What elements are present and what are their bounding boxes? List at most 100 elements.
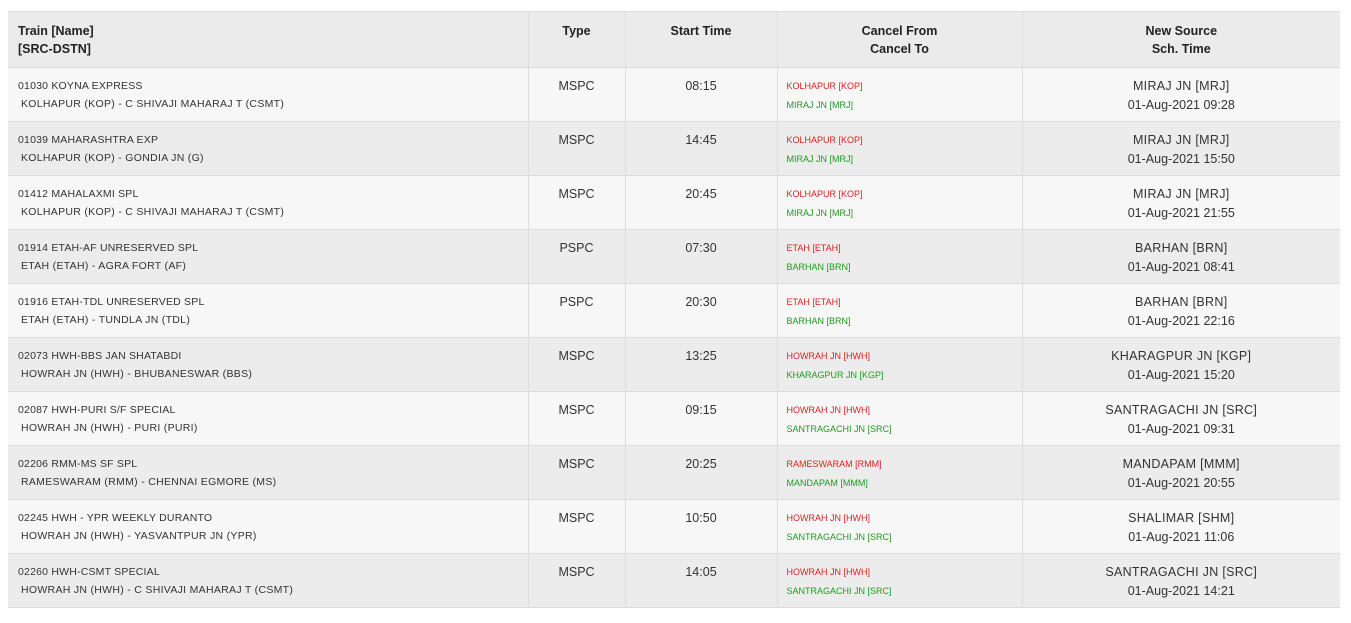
new-source-cell: SHALIMAR [SHM] 01-Aug-2021 11:06 [1021,499,1340,554]
partially-cancelled-trains-table: Train [Name] [SRC-DSTN] Type Start Time … [8,12,1340,608]
train-cell: 02087 HWH-PURI S/F SPECIAL HOWRAH JN (HWH… [8,391,528,446]
train-name: 02260 HWH-CSMT SPECIAL [18,565,160,578]
column-header-start-time[interactable]: Start Time [624,12,777,68]
cancel-cell: RAMESWARAM [RMM] MANDAPAM [MMM] [776,445,1022,500]
train-name: 02073 HWH-BBS JAN SHATABDI [18,349,182,362]
train-name: 02206 RMM-MS SF SPL [18,457,138,470]
start-time-cell: 14:45 [624,121,777,176]
cancel-cell: ETAH [ETAH] BARHAN [BRN] [776,283,1022,338]
train-name: 01412 MAHALAXMI SPL [18,187,139,200]
start-time-cell: 20:25 [624,445,777,500]
new-source-station: MIRAJ JN [MRJ] [1132,132,1230,147]
new-source-sch-time: 01-Aug-2021 15:20 [1127,367,1235,382]
train-cell: 01916 ETAH-TDL UNRESERVED SPL ETAH (ETAH)… [8,283,528,338]
cancel-cell: KOLHAPUR [KOP] MIRAJ JN [MRJ] [776,121,1022,176]
table-row[interactable]: 01030 KOYNA EXPRESS KOLHAPUR (KOP) - C SH… [8,67,1340,122]
new-source-station: MANDAPAM [MMM] [1122,456,1240,471]
type-cell: MSPC [527,553,625,608]
table-row[interactable]: 02073 HWH-BBS JAN SHATABDI HOWRAH JN (HWH… [8,337,1340,392]
train-cell: 02260 HWH-CSMT SPECIAL HOWRAH JN (HWH) - … [8,553,528,608]
table-row[interactable]: 02087 HWH-PURI S/F SPECIAL HOWRAH JN (HWH… [8,391,1340,446]
cancel-from: KOLHAPUR [KOP] [786,80,863,91]
train-route: HOWRAH JN (HWH) - BHUBANESWAR (BBS) [21,367,253,380]
table-row[interactable]: 01039 MAHARASHTRA EXP KOLHAPUR (KOP) - GO… [8,121,1340,176]
train-cell: 01412 MAHALAXMI SPL KOLHAPUR (KOP) - C SH… [8,175,528,230]
table-row[interactable]: 01914 ETAH-AF UNRESERVED SPL ETAH (ETAH) … [8,229,1340,284]
new-source-station: SANTRAGACHI JN [SRC] [1105,402,1258,417]
cancel-cell: KOLHAPUR [KOP] MIRAJ JN [MRJ] [776,67,1022,122]
cancel-to: KHARAGPUR JN [KGP] [786,369,884,380]
start-time-cell: 09:15 [624,391,777,446]
train-route: ETAH (ETAH) - TUNDLA JN (TDL) [21,313,191,326]
new-source-sch-time: 01-Aug-2021 11:06 [1128,529,1235,544]
header-type: Type [562,24,591,38]
cancel-from: HOWRAH JN [HWH] [786,566,871,577]
new-source-sch-time: 01-Aug-2021 21:55 [1127,205,1235,220]
new-source-sch-time: 01-Aug-2021 14:21 [1127,583,1235,598]
type-cell: PSPC [527,229,625,284]
train-cell: 02206 RMM-MS SF SPL RAMESWARAM (RMM) - CH… [8,445,528,500]
header-start-time: Start Time [670,24,732,38]
new-source-cell: MIRAJ JN [MRJ] 01-Aug-2021 15:50 [1021,121,1340,176]
cancel-to: SANTRAGACHI JN [SRC] [786,531,892,542]
new-source-cell: MIRAJ JN [MRJ] 01-Aug-2021 21:55 [1021,175,1340,230]
cancel-from: RAMESWARAM [RMM] [786,458,882,469]
train-name: 01916 ETAH-TDL UNRESERVED SPL [18,295,205,308]
cancel-from: HOWRAH JN [HWH] [786,350,871,361]
type-cell: MSPC [527,391,625,446]
train-route: KOLHAPUR (KOP) - C SHIVAJI MAHARAJ T (CS… [21,97,285,110]
cancel-from: HOWRAH JN [HWH] [786,512,871,523]
table-row[interactable]: 02260 HWH-CSMT SPECIAL HOWRAH JN (HWH) - … [8,553,1340,608]
start-time-cell: 14:05 [624,553,777,608]
train-cell: 02245 HWH - YPR WEEKLY DURANTO HOWRAH JN … [8,499,528,554]
table-row[interactable]: 01916 ETAH-TDL UNRESERVED SPL ETAH (ETAH)… [8,283,1340,338]
table-header-row: Train [Name] [SRC-DSTN] Type Start Time … [8,12,1340,68]
table-row[interactable]: 02245 HWH - YPR WEEKLY DURANTO HOWRAH JN … [8,499,1340,554]
new-source-cell: BARHAN [BRN] 01-Aug-2021 08:41 [1021,229,1340,284]
train-route: HOWRAH JN (HWH) - PURI (PURI) [21,421,198,434]
start-time-cell: 20:45 [624,175,777,230]
table-row[interactable]: 01412 MAHALAXMI SPL KOLHAPUR (KOP) - C SH… [8,175,1340,230]
new-source-station: BARHAN [BRN] [1134,240,1228,255]
cancel-cell: HOWRAH JN [HWH] SANTRAGACHI JN [SRC] [776,391,1022,446]
column-header-cancel[interactable]: Cancel From Cancel To [776,12,1022,68]
train-route: RAMESWARAM (RMM) - CHENNAI EGMORE (MS) [21,475,277,488]
cancel-cell: KOLHAPUR [KOP] MIRAJ JN [MRJ] [776,175,1022,230]
train-route: HOWRAH JN (HWH) - C SHIVAJI MAHARAJ T (C… [21,583,294,596]
train-name: 01030 KOYNA EXPRESS [18,79,143,92]
train-name: 01039 MAHARASHTRA EXP [18,133,159,146]
new-source-sch-time: 01-Aug-2021 09:28 [1127,97,1235,112]
header-source-line2: Sch. Time [1151,42,1211,56]
train-route: KOLHAPUR (KOP) - GONDIA JN (G) [21,151,204,164]
new-source-station: MIRAJ JN [MRJ] [1132,78,1230,93]
column-header-type[interactable]: Type [527,12,625,68]
cancel-cell: HOWRAH JN [HWH] KHARAGPUR JN [KGP] [776,337,1022,392]
cancel-to: BARHAN [BRN] [786,315,851,326]
train-cell: 01914 ETAH-AF UNRESERVED SPL ETAH (ETAH) … [8,229,528,284]
cancel-cell: ETAH [ETAH] BARHAN [BRN] [776,229,1022,284]
start-time-cell: 07:30 [624,229,777,284]
train-route: KOLHAPUR (KOP) - C SHIVAJI MAHARAJ T (CS… [21,205,285,218]
table-row[interactable]: 02206 RMM-MS SF SPL RAMESWARAM (RMM) - CH… [8,445,1340,500]
start-time-cell: 10:50 [624,499,777,554]
type-cell: MSPC [527,337,625,392]
cancel-to: SANTRAGACHI JN [SRC] [786,423,892,434]
new-source-cell: BARHAN [BRN] 01-Aug-2021 22:16 [1021,283,1340,338]
new-source-station: BARHAN [BRN] [1134,294,1228,309]
new-source-cell: SANTRAGACHI JN [SRC] 01-Aug-2021 09:31 [1021,391,1340,446]
new-source-sch-time: 01-Aug-2021 09:31 [1127,421,1235,436]
cancel-from: KOLHAPUR [KOP] [786,134,863,145]
new-source-sch-time: 01-Aug-2021 15:50 [1127,151,1235,166]
header-train-line1: Train [Name] [18,24,94,38]
train-name: 02245 HWH - YPR WEEKLY DURANTO [18,511,213,524]
cancel-to: SANTRAGACHI JN [SRC] [786,585,892,596]
cancel-to: MANDAPAM [MMM] [786,477,868,488]
column-header-new-source[interactable]: New Source Sch. Time [1021,12,1340,68]
train-cell: 02073 HWH-BBS JAN SHATABDI HOWRAH JN (HWH… [8,337,528,392]
column-header-train[interactable]: Train [Name] [SRC-DSTN] [8,12,528,68]
cancel-cell: HOWRAH JN [HWH] SANTRAGACHI JN [SRC] [776,499,1022,554]
start-time-cell: 08:15 [624,67,777,122]
new-source-sch-time: 01-Aug-2021 08:41 [1127,259,1235,274]
new-source-cell: SANTRAGACHI JN [SRC] 01-Aug-2021 14:21 [1021,553,1340,608]
cancel-from: KOLHAPUR [KOP] [786,188,863,199]
